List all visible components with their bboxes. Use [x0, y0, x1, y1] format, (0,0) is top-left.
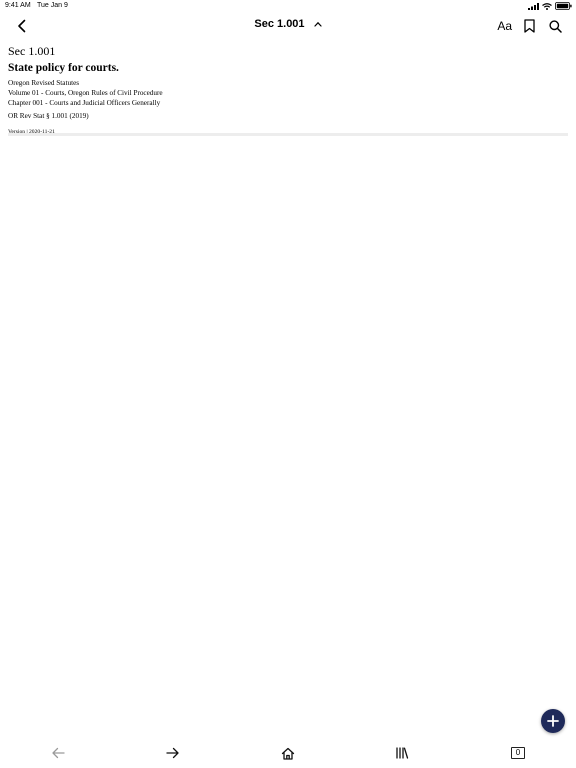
tabs-count-icon: 0 — [511, 747, 525, 759]
wifi-icon — [542, 2, 552, 10]
status-icons — [528, 2, 572, 10]
status-time: 9:41 AM — [5, 2, 31, 9]
citation: OR Rev Stat § 1.001 (2019) — [8, 112, 89, 120]
search-icon — [548, 19, 562, 33]
bookmark-button[interactable] — [520, 16, 538, 36]
home-icon — [281, 747, 295, 760]
chevron-up-icon — [314, 22, 322, 27]
arrow-right-icon — [166, 747, 179, 759]
history-forward-button[interactable] — [162, 744, 184, 762]
bookmark-icon — [523, 19, 535, 33]
bottom-toolbar: 0 — [0, 740, 576, 768]
arrow-left-icon — [52, 747, 65, 759]
nav-title: Sec 1.001 — [254, 18, 305, 31]
cellular-signal-icon — [528, 2, 539, 10]
status-date: Tue Jan 9 — [37, 2, 68, 9]
nav-actions: Aa — [497, 16, 564, 36]
breadcrumb-statutes[interactable]: Oregon Revised Statutes — [8, 78, 568, 88]
battery-icon — [555, 2, 572, 10]
status-bar: 9:41 AM Tue Jan 9 — [0, 0, 576, 12]
nav-title-button[interactable]: Sec 1.001 — [0, 18, 576, 30]
navigation-bar: Sec 1.001 Aa — [0, 12, 576, 40]
plus-icon — [547, 715, 559, 727]
add-button[interactable] — [541, 709, 565, 733]
home-button[interactable] — [277, 744, 299, 762]
breadcrumb-chapter[interactable]: Chapter 001 - Courts and Judicial Office… — [8, 98, 568, 108]
tabs-button[interactable]: 0 — [507, 744, 529, 762]
content-divider — [8, 133, 568, 136]
breadcrumb: Oregon Revised Statutes Volume 01 - Cour… — [8, 78, 568, 108]
text-size-button[interactable]: Aa — [497, 19, 512, 33]
library-button[interactable] — [391, 744, 413, 762]
history-back-button[interactable] — [47, 744, 69, 762]
search-button[interactable] — [546, 16, 564, 36]
library-icon — [396, 747, 409, 759]
section-number: Sec 1.001 — [8, 44, 56, 58]
breadcrumb-volume[interactable]: Volume 01 - Courts, Oregon Rules of Civi… — [8, 88, 568, 98]
document-content: Sec 1.001 State policy for courts. Orego… — [8, 44, 568, 142]
section-title: State policy for courts. — [8, 62, 119, 74]
